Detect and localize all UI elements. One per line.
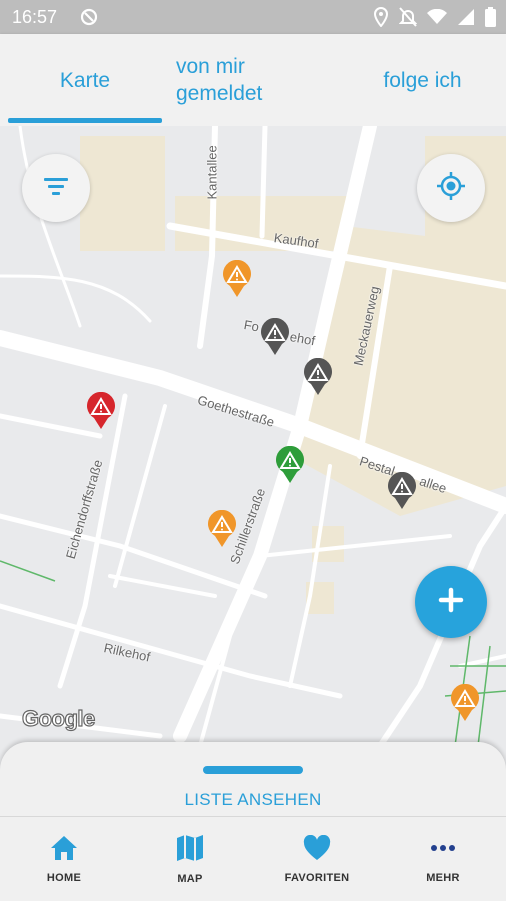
location-icon — [373, 6, 389, 32]
nav-mehr-label: MEHR — [426, 871, 460, 884]
nav-home-label: HOME — [46, 871, 82, 884]
street-label-kantallee: Kantallee — [204, 145, 220, 200]
map-base — [0, 126, 506, 746]
filter-icon — [43, 176, 69, 201]
home-icon — [50, 835, 78, 866]
warning-pin-orange[interactable] — [450, 683, 480, 722]
tab-folge-label: folge ich — [383, 68, 462, 92]
add-report-button[interactable] — [415, 566, 487, 638]
tab-active-indicator — [8, 118, 162, 123]
nav-map[interactable]: MAP — [140, 817, 240, 901]
status-time: 16:57 — [12, 7, 58, 27]
warning-pin-grey[interactable] — [387, 471, 417, 510]
warning-pin-green[interactable] — [275, 445, 305, 484]
bottom-navigation: HOME MAP FAVORITEN MEHR — [0, 816, 506, 901]
wifi-icon — [427, 8, 447, 30]
tab-gemeldet-label-line1: von mir — [176, 55, 245, 78]
tab-karte-label: Karte — [59, 68, 111, 92]
more-icon — [429, 835, 457, 866]
mute-icon — [398, 7, 418, 32]
nav-favoriten[interactable]: FAVORITEN — [267, 817, 367, 901]
battery-icon — [485, 7, 496, 32]
warning-pin-red[interactable] — [86, 391, 116, 430]
plus-icon — [438, 587, 464, 618]
nav-map-label: MAP — [177, 872, 203, 885]
google-attribution: Google — [21, 705, 95, 731]
warning-pin-grey[interactable] — [303, 357, 333, 396]
sync-icon — [80, 8, 98, 31]
sheet-handle[interactable] — [203, 766, 303, 774]
heart-icon — [303, 834, 331, 866]
nav-favoriten-label: FAVORITEN — [284, 871, 350, 884]
list-view-label[interactable]: LISTE ANSEHEN — [0, 790, 506, 810]
filter-button[interactable] — [22, 154, 90, 222]
signal-icon — [457, 8, 475, 31]
tab-bar: Karte von mir gemeldet folge ich — [0, 34, 506, 126]
status-bar: 16:57 — [0, 0, 506, 34]
map-icon — [176, 834, 204, 867]
street-label-fo: Fo — [242, 317, 261, 335]
nav-mehr[interactable]: MEHR — [393, 817, 493, 901]
tab-von-mir-gemeldet[interactable]: von mir gemeldet — [176, 34, 316, 126]
map-view[interactable]: Kantallee Kaufhof Meckauerweg Fo ehof Go… — [0, 126, 506, 746]
my-location-button[interactable] — [417, 154, 485, 222]
warning-pin-orange[interactable] — [207, 509, 237, 548]
tab-gemeldet-label-line2: gemeldet — [176, 82, 263, 105]
warning-pin-orange[interactable] — [222, 259, 252, 298]
nav-home[interactable]: HOME — [14, 817, 114, 901]
tab-karte[interactable]: Karte — [8, 34, 162, 126]
crosshair-icon — [436, 171, 466, 206]
warning-pin-grey[interactable] — [260, 317, 290, 356]
tab-folge-ich[interactable]: folge ich — [355, 34, 490, 126]
list-sheet[interactable]: LISTE ANSEHEN — [0, 742, 506, 822]
